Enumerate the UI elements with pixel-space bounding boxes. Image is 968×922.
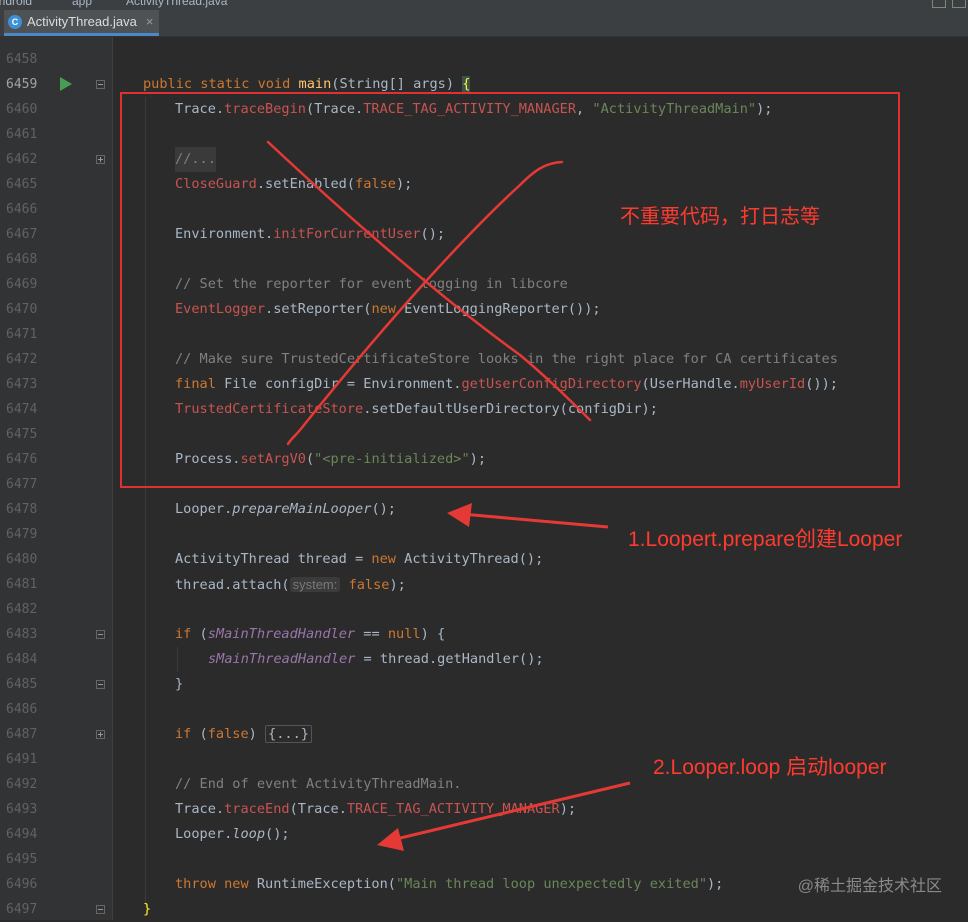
- arrow-prepare-head: [447, 503, 472, 527]
- annotation-unimportant: 不重要代码，打日志等: [620, 206, 820, 228]
- annotation-overlay: [266, 140, 631, 851]
- annotation-prepare: 1.Loopert.prepare创建Looper: [628, 528, 903, 551]
- arrow-loop-line: [391, 781, 631, 842]
- annotation-loop: 2.Looper.loop 启动looper: [653, 756, 887, 779]
- cross-stroke-1: [266, 140, 592, 422]
- arrow-loop-head: [377, 828, 404, 851]
- arrow-prepare-line: [461, 512, 609, 529]
- watermark: @稀土掘金技术社区: [797, 878, 942, 895]
- cross-stroke-2: [286, 160, 564, 446]
